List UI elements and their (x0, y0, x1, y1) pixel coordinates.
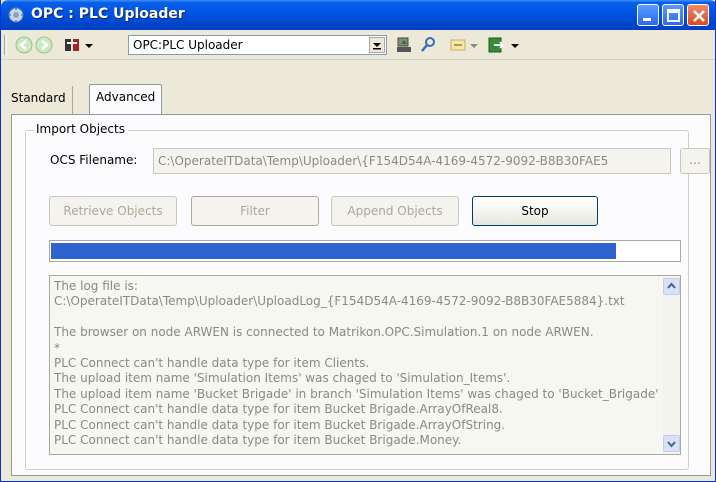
main-window: OPC : PLC Uploader OPC:PLC Uploader Stan… (0, 0, 716, 482)
dropdown-arrow-icon[interactable] (83, 36, 95, 54)
upload-progress-fill (51, 243, 616, 259)
tab-advanced-label: Advanced (96, 90, 156, 104)
log-line: The upload item name 'Bucket Brigade' in… (54, 386, 659, 401)
log-line: PLC Connect can't handle data type for i… (54, 417, 506, 432)
exit-dropdown-icon[interactable] (509, 36, 521, 54)
toggle-icon[interactable] (449, 36, 467, 54)
stop-button[interactable]: Stop (472, 196, 598, 226)
log-line: PLC Connect can't handle data type for i… (54, 355, 370, 370)
log-scrollbar[interactable] (663, 276, 680, 454)
address-combo[interactable]: OPC:PLC Uploader (128, 35, 387, 55)
browse-button[interactable]: ... (680, 148, 710, 174)
forward-arrow-icon[interactable] (35, 36, 53, 54)
filter-button[interactable]: Filter (191, 196, 319, 226)
tab-strip: Standard Advanced (1, 84, 715, 114)
log-line: The upload item name 'Simulation Items' … (54, 371, 511, 386)
ocs-filename-field[interactable]: C:\OperateITData\Temp\Uploader\{F154D54A… (153, 148, 671, 174)
upload-computer-icon[interactable] (395, 36, 413, 54)
title-bar[interactable]: OPC : PLC Uploader (1, 0, 715, 30)
log-line: The log file is: (54, 279, 138, 293)
log-line: * (54, 340, 60, 355)
log-line: PLC Connect can't handle data type for i… (54, 432, 462, 447)
properties-icon[interactable] (419, 36, 437, 54)
log-line: The browser on node ARWEN is connected t… (54, 325, 594, 340)
tab-advanced[interactable]: Advanced (89, 84, 163, 114)
toolbar: OPC:PLC Uploader (1, 30, 715, 60)
log-lines: The log file is: C:\OperateITData\Temp\Up… (54, 279, 666, 448)
exit-icon[interactable] (487, 36, 505, 54)
maximize-icon (667, 9, 680, 22)
combo-dropdown-button[interactable] (369, 37, 385, 53)
log-line: PLC Connect can't handle data type for i… (54, 402, 503, 417)
scroll-up-button[interactable] (663, 278, 680, 295)
scroll-down-button[interactable] (663, 435, 680, 452)
retrieve-objects-button[interactable]: Retrieve Objects (49, 196, 177, 226)
log-line: C:\OperateITData\Temp\Uploader\UploadLog… (54, 294, 625, 309)
import-objects-legend: Import Objects (33, 122, 128, 136)
window-title: OPC : PLC Uploader (31, 6, 185, 22)
ocs-filename-label: OCS Filename: (50, 153, 138, 167)
close-icon (693, 10, 705, 22)
tree-view-icon[interactable] (63, 36, 81, 54)
toggle-dropdown-icon[interactable] (469, 36, 479, 54)
back-arrow-icon[interactable] (15, 36, 33, 54)
minimize-button[interactable] (637, 4, 659, 26)
chevron-down-icon (373, 43, 381, 50)
log-textarea[interactable]: The log file is: C:\OperateITData\Temp\Up… (49, 275, 681, 455)
upload-progress-bar (49, 240, 681, 262)
maximize-button[interactable] (662, 4, 684, 26)
address-combo-value: OPC:PLC Uploader (133, 38, 243, 52)
tab-standard-label: Standard (11, 91, 66, 105)
chevron-down-icon (667, 441, 676, 448)
minimize-icon (643, 18, 651, 21)
tab-standard[interactable]: Standard (5, 86, 73, 114)
chevron-up-icon (667, 282, 676, 289)
append-objects-button[interactable]: Append Objects (331, 196, 459, 226)
close-button[interactable] (687, 4, 709, 26)
app-icon (8, 7, 24, 23)
toolbar-grip[interactable] (4, 35, 7, 55)
